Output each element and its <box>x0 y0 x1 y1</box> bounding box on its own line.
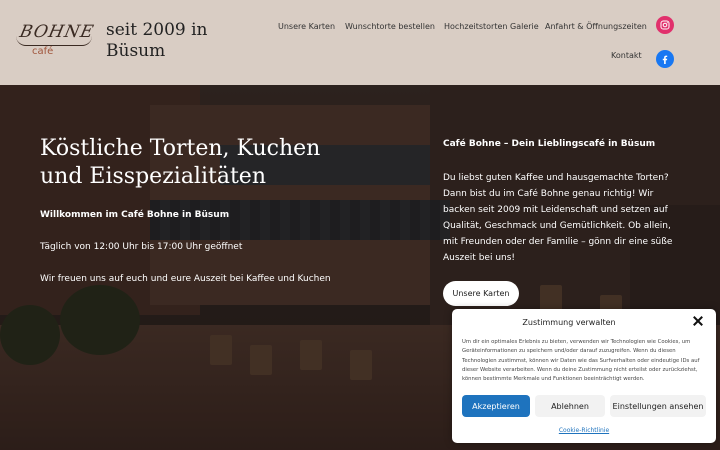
site-header: BOHNE café seit 2009 in Büsum Unsere Kar… <box>0 0 720 85</box>
nav-hochzeitstorten-galerie[interactable]: Hochzeitstorten Galerie <box>444 22 539 31</box>
unsere-karten-button[interactable]: Unsere Karten <box>443 281 519 306</box>
instagram-glyph <box>660 20 670 30</box>
nav-unsere-karten[interactable]: Unsere Karten <box>278 22 335 31</box>
nav-wunschtorte-bestellen[interactable]: Wunschtorte bestellen <box>345 22 435 31</box>
cookie-consent-dialog: Zustimmung verwalten Um dir ein optimale… <box>452 309 716 443</box>
site-tagline: seit 2009 in Büsum <box>106 20 208 61</box>
nav-anfahrt-oeffnungszeiten[interactable]: Anfahrt & Öffnungszeiten <box>545 22 647 31</box>
cafe-bohne-logo[interactable]: BOHNE café <box>14 22 96 62</box>
view-settings-button[interactable]: Einstellungen ansehen <box>610 395 706 417</box>
hero-invitation: Wir freuen uns auf euch und eure Auszeit… <box>40 274 331 284</box>
logo-subtitle: café <box>32 46 54 57</box>
nav-kontakt[interactable]: Kontakt <box>611 51 642 60</box>
close-icon[interactable] <box>692 315 704 327</box>
opening-hours: Täglich von 12:00 Uhr bis 17:00 Uhr geöf… <box>40 242 243 252</box>
cookie-policy-link[interactable]: Cookie-Richtlinie <box>452 427 716 434</box>
hero-title: Köstliche Torten, Kuchen und Eisspeziali… <box>40 136 321 189</box>
hero-welcome: Willkommen im Café Bohne in Büsum <box>40 210 230 220</box>
facebook-glyph <box>662 55 668 64</box>
instagram-icon[interactable] <box>656 16 674 34</box>
logo-swoosh <box>16 36 92 46</box>
intro-text: Du liebst guten Kaffee und hausgemachte … <box>443 173 673 263</box>
facebook-icon[interactable] <box>656 50 674 68</box>
cookie-dialog-text: Um dir ein optimales Erlebnis zu bieten,… <box>462 339 700 383</box>
deny-button[interactable]: Ablehnen <box>535 395 605 417</box>
accept-button[interactable]: Akzeptieren <box>462 395 530 417</box>
intro-heading: Café Bohne – Dein Lieblingscafé in Büsum <box>443 139 656 149</box>
cookie-dialog-title: Zustimmung verwalten <box>522 318 616 327</box>
